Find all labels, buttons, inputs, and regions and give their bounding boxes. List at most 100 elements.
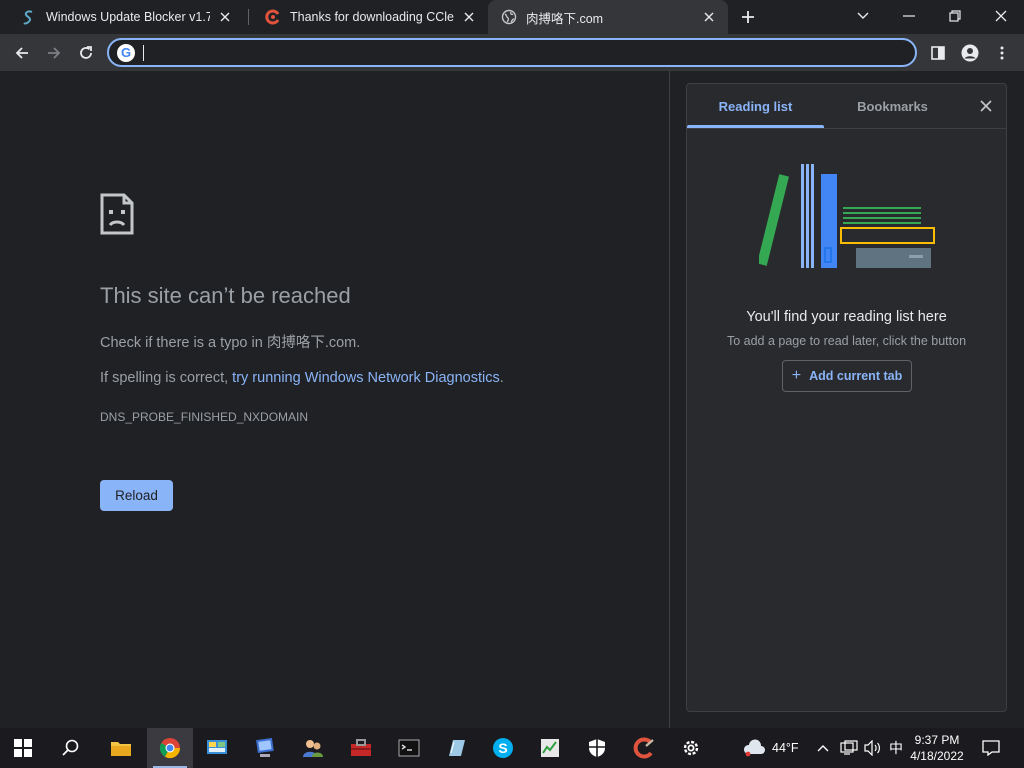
avatar-icon [961, 44, 979, 62]
start-button[interactable] [0, 728, 46, 768]
tab-windows-update-blocker[interactable]: Windows Update Blocker v1.7 [8, 0, 244, 34]
taskbar-settings[interactable] [668, 728, 714, 768]
windows-logo-icon [14, 739, 32, 757]
tab-reading-list[interactable]: Reading list [687, 84, 824, 128]
cloud-icon [743, 739, 765, 757]
reload-toolbar-button[interactable] [72, 39, 100, 67]
empty-state-subtitle: To add a page to read later, click the b… [726, 334, 967, 348]
diagnostics-suffix: . [499, 370, 504, 386]
clock-date: 4/18/2022 [910, 749, 964, 763]
empty-state-title: You'll find your reading list here [746, 309, 947, 325]
users-icon [303, 740, 323, 757]
speaker-icon [864, 740, 880, 756]
restore-icon [949, 10, 961, 22]
diagnostics-prefix: If spelling is correct, [100, 370, 233, 386]
reading-list-panel: Reading list Bookmarks You'll find your … [686, 83, 1007, 712]
tab-separator [248, 9, 249, 25]
gear-icon [683, 740, 699, 756]
minimize-button[interactable] [886, 0, 932, 32]
computer-icon [256, 738, 274, 757]
add-current-tab-label: Add current tab [809, 369, 903, 383]
taskbar-windows-security[interactable] [574, 728, 620, 768]
taskbar-task-manager[interactable] [527, 728, 573, 768]
show-hidden-icons-button[interactable] [817, 728, 829, 768]
shield-icon [589, 739, 605, 757]
panel-header-divider [687, 128, 1006, 129]
taskbar-chrome[interactable] [147, 728, 193, 768]
error-code: DNS_PROBE_FINISHED_NXDOMAIN [100, 410, 309, 424]
typo-hint: Check if there is a typo in 肉搏咯下.com. [100, 331, 360, 352]
close-icon [980, 100, 992, 112]
clock-time: 9:37 PM [914, 733, 960, 747]
tab-active-error-page[interactable]: 肉搏咯下.com [488, 0, 728, 34]
typo-hint-suffix: . [356, 335, 361, 351]
plus-icon: + [791, 367, 802, 384]
weather-widget[interactable]: 44°F [742, 728, 799, 768]
skype-icon: S [493, 738, 513, 758]
taskbar-ccleaner[interactable] [621, 728, 667, 768]
control-panel-icon [207, 740, 227, 754]
menu-button[interactable] [988, 39, 1016, 67]
tab-search-button[interactable] [840, 0, 886, 32]
books-illustration [757, 160, 939, 277]
error-title: This site can’t be reached [100, 283, 351, 308]
taskbar-control-panel[interactable] [194, 728, 240, 768]
taskbar-users-app[interactable] [290, 728, 336, 768]
taskbar-toolbox-app[interactable] [338, 728, 384, 768]
weather-temperature: 44°F [772, 741, 799, 755]
close-window-button[interactable] [978, 0, 1024, 32]
forward-button[interactable] [40, 39, 68, 67]
svg-text:S: S [498, 740, 507, 756]
more-vert-icon [1000, 46, 1004, 60]
network-diagnostics-link[interactable]: try running Windows Network Diagnostics [232, 370, 500, 386]
tab-ccleaner[interactable]: Thanks for downloading CCleaner [252, 0, 488, 34]
back-button[interactable] [8, 39, 36, 67]
sad-page-icon [100, 193, 134, 240]
taskbar-system-app[interactable] [242, 728, 288, 768]
side-panel-button[interactable] [924, 39, 952, 67]
tab-bookmarks[interactable]: Bookmarks [824, 84, 961, 128]
taskbar-file-explorer[interactable] [98, 728, 144, 768]
reload-button[interactable]: Reload [100, 480, 173, 511]
terminal-icon [398, 739, 420, 757]
close-icon[interactable] [700, 8, 718, 26]
new-tab-button[interactable] [736, 5, 760, 29]
chevron-up-icon [817, 745, 829, 752]
taskbar-command-prompt[interactable] [386, 728, 432, 768]
task-manager-icon [541, 739, 559, 757]
taskbar-notepad-app[interactable] [433, 728, 479, 768]
minimize-icon [903, 15, 915, 17]
taskbar-skype[interactable]: S [480, 728, 526, 768]
search-button[interactable] [48, 728, 94, 768]
close-panel-button[interactable] [976, 96, 996, 116]
ccleaner-icon [264, 8, 282, 26]
tab-title: Windows Update Blocker v1.7 [46, 10, 210, 24]
profile-button[interactable] [956, 39, 984, 67]
windows-taskbar: S 44°F 中 9:37 PM 4/18/2022 [0, 728, 1024, 768]
chrome-icon [159, 738, 181, 759]
chevron-down-icon [857, 12, 869, 19]
add-current-tab-button[interactable]: + Add current tab [782, 360, 912, 392]
refresh-icon [80, 46, 92, 59]
volume-tray-button[interactable] [864, 728, 882, 768]
tab-title: 肉搏咯下.com [526, 11, 604, 26]
close-icon[interactable] [460, 8, 478, 26]
google-icon: G [117, 43, 135, 62]
notifications-button[interactable] [982, 728, 1000, 768]
side-panel-icon [931, 46, 945, 60]
error-domain: 肉搏咯下.com [266, 335, 357, 351]
close-icon[interactable] [216, 8, 234, 26]
error-page: This site can’t be reached Check if ther… [0, 71, 669, 728]
plus-icon [742, 11, 754, 23]
ccleaner-icon [633, 737, 654, 759]
restore-button[interactable] [932, 0, 978, 32]
address-bar[interactable]: G [107, 38, 917, 67]
notepad-icon [449, 740, 465, 756]
clock[interactable]: 9:37 PM 4/18/2022 [902, 732, 972, 764]
folder-icon [111, 742, 131, 756]
network-tray-button[interactable] [840, 728, 858, 768]
input-method-indicator[interactable]: 中 [889, 728, 903, 768]
typo-hint-prefix: Check if there is a typo in [100, 335, 267, 351]
tab-title: Thanks for downloading CCleaner [290, 10, 454, 24]
wub-icon [20, 8, 38, 26]
